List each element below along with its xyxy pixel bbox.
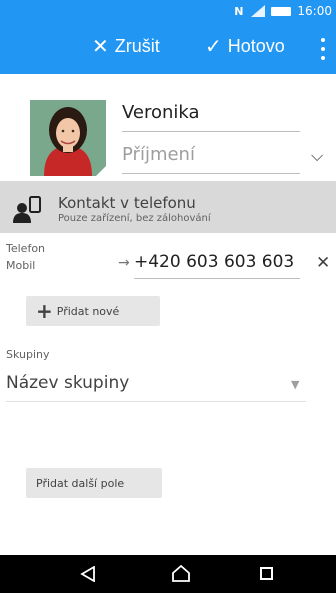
- cancel-button[interactable]: ✕ Zrušit: [92, 36, 160, 57]
- done-label: Hotovo: [227, 36, 285, 56]
- signal-icon: [249, 5, 266, 17]
- account-selector[interactable]: Kontakt v telefonu Pouze zařízení, bez z…: [0, 181, 336, 233]
- clock: 16:00: [297, 4, 332, 18]
- chevron-down-icon[interactable]: ⌵: [311, 146, 323, 166]
- home-icon[interactable]: [172, 565, 190, 582]
- action-bar: ✕ Zrušit ✓ Hotovo: [0, 24, 336, 74]
- account-subtitle: Pouze zařízení, bez zálohování: [58, 213, 211, 224]
- done-button[interactable]: ✓ Hotovo: [205, 36, 285, 57]
- check-icon: ✓: [205, 35, 222, 58]
- navigation-bar: [0, 555, 336, 593]
- phone-type-label[interactable]: Mobil: [6, 259, 35, 272]
- status-bar: N 16:00: [0, 0, 336, 24]
- clear-icon[interactable]: ✕: [316, 253, 330, 273]
- dropdown-arrow-icon[interactable]: →: [118, 255, 130, 271]
- back-icon[interactable]: [80, 566, 96, 582]
- account-title: Kontakt v telefonu: [58, 194, 196, 212]
- group-select[interactable]: Název skupiny: [6, 373, 306, 402]
- add-new-label: Přidat nové: [56, 304, 120, 318]
- phone-number-field[interactable]: +420 603 603 603: [134, 252, 300, 279]
- cancel-label: Zrušit: [114, 36, 160, 56]
- last-name-field[interactable]: Příjmení: [122, 144, 300, 174]
- contact-photo[interactable]: [30, 100, 106, 176]
- dropdown-triangle-icon[interactable]: ▼: [291, 378, 299, 391]
- nfc-icon: N: [234, 4, 244, 18]
- portrait-image: [30, 100, 106, 176]
- name-block: Veronika Příjmení ⌵: [0, 74, 336, 180]
- battery-icon: [271, 6, 292, 16]
- overflow-menu-icon[interactable]: [318, 38, 328, 60]
- plus-icon: +: [36, 299, 53, 323]
- recent-apps-icon[interactable]: [260, 567, 273, 580]
- first-name-field[interactable]: Veronika: [122, 102, 300, 132]
- add-more-fields-button[interactable]: Přidat další pole: [26, 468, 162, 498]
- phone-section-label: Telefon: [6, 242, 46, 255]
- groups-section-label: Skupiny: [6, 348, 50, 361]
- phone-contact-icon: [13, 196, 41, 223]
- add-phone-button[interactable]: + Přidat nové: [26, 296, 160, 326]
- photo-corner-indicator: [96, 166, 106, 176]
- more-fields-label: Přidat další pole: [36, 476, 125, 490]
- close-icon: ✕: [92, 35, 109, 58]
